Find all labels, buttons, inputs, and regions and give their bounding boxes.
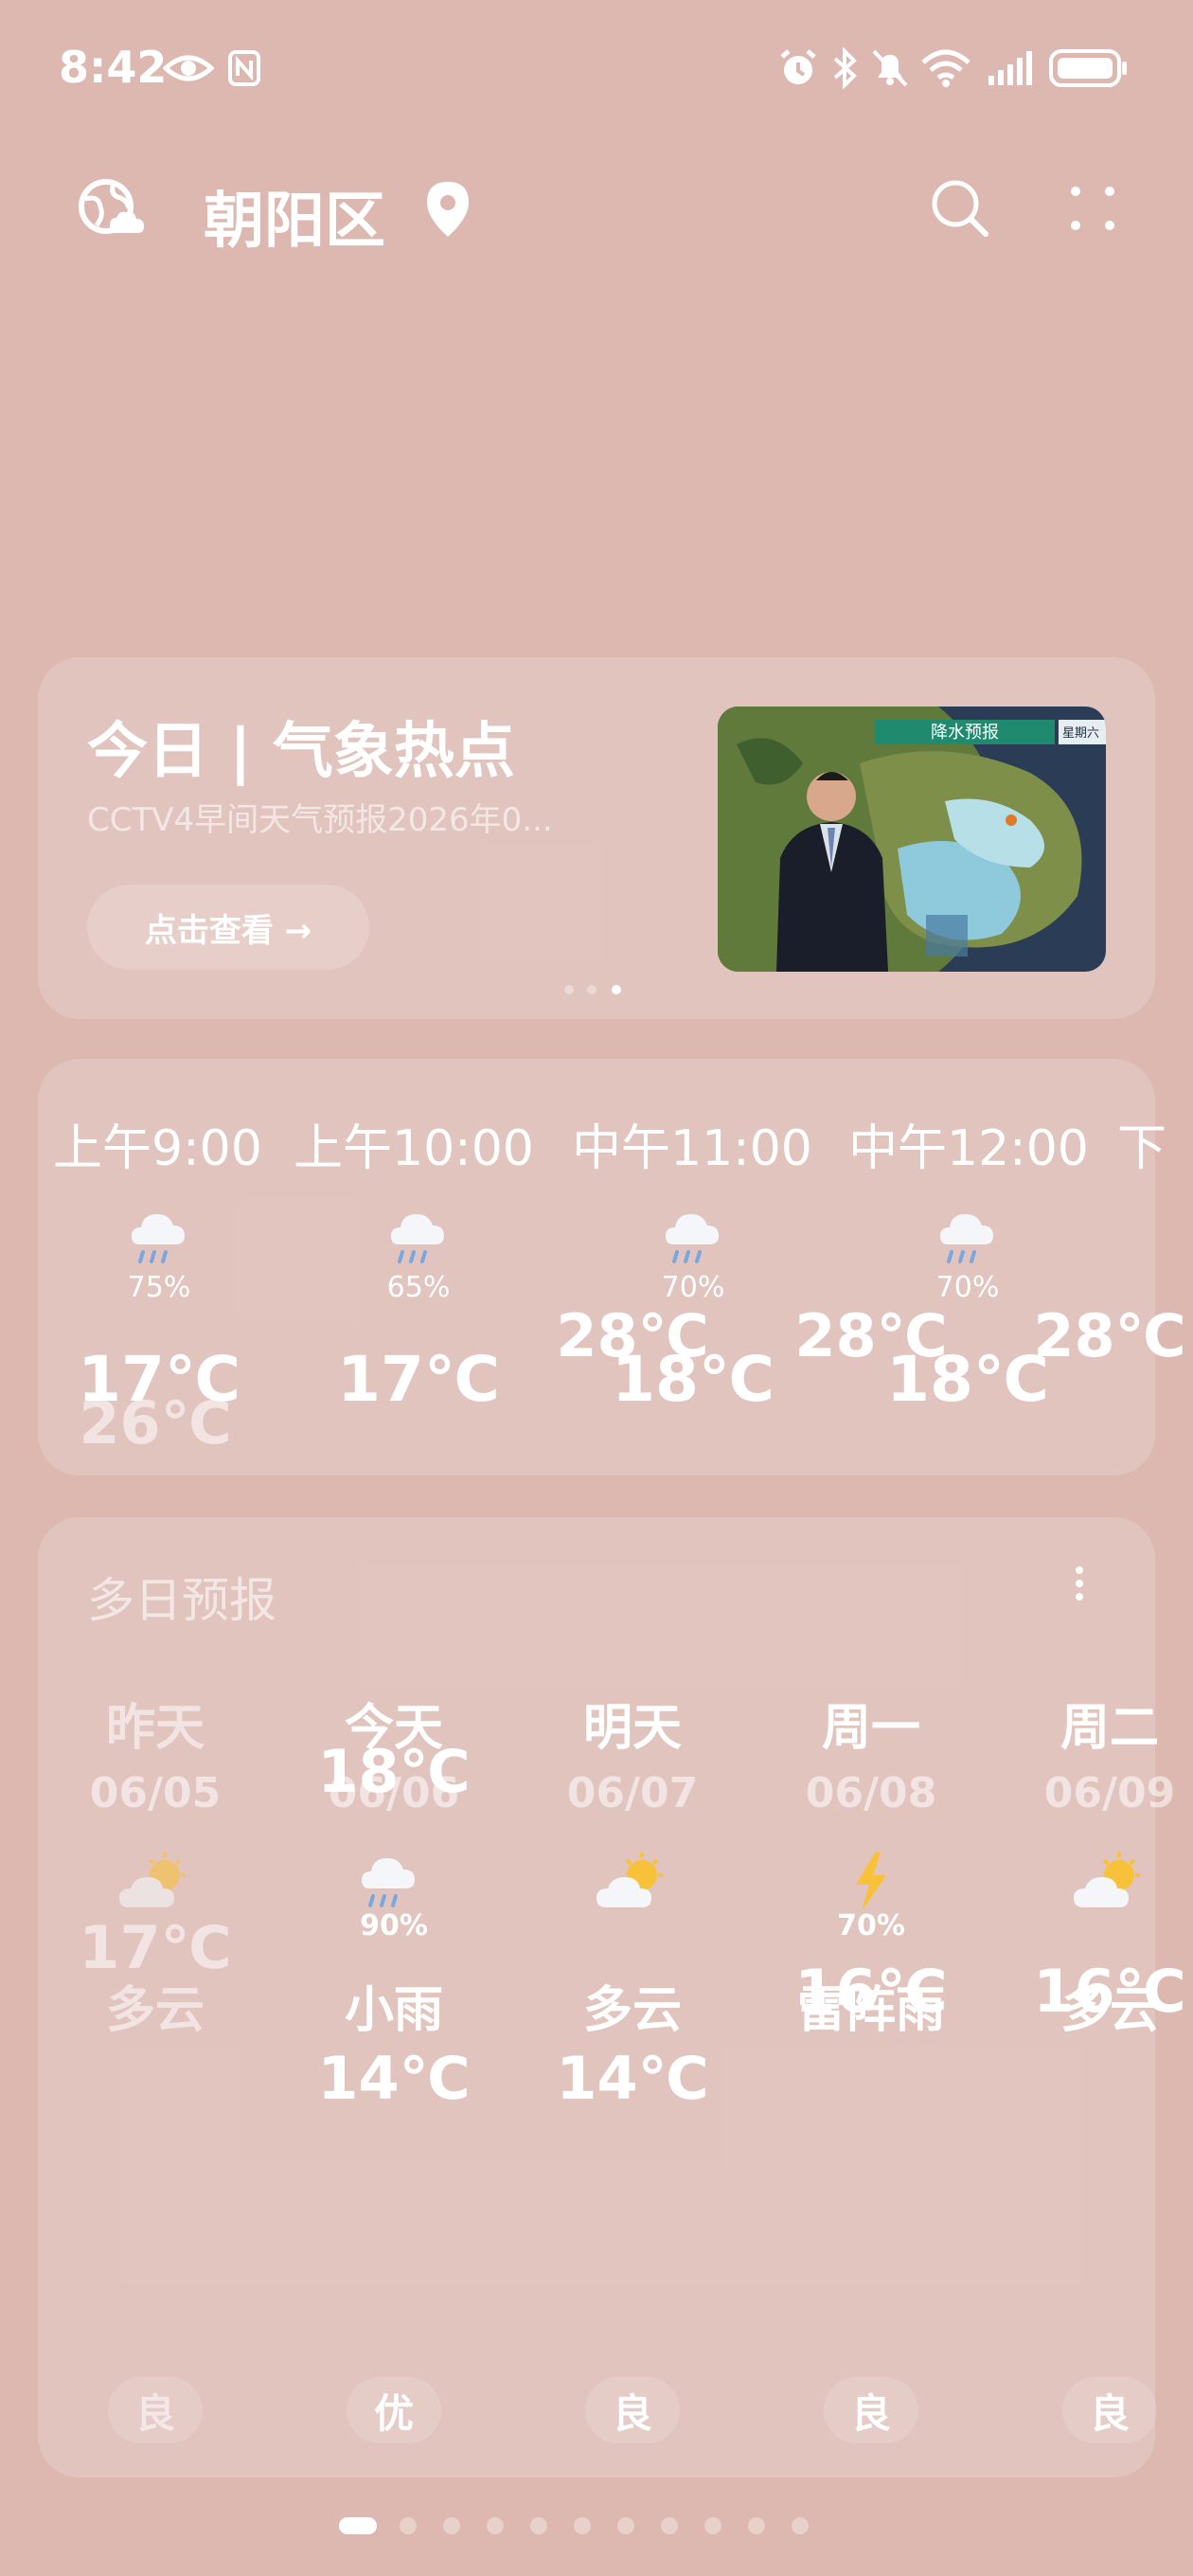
rain-cloud-icon xyxy=(935,1205,1001,1275)
page-dot[interactable] xyxy=(487,2517,504,2534)
signal-icon xyxy=(985,44,1038,93)
carousel-dot xyxy=(564,985,574,994)
rain-cloud-icon xyxy=(660,1205,726,1275)
day-name: 昨天 xyxy=(105,1700,205,1757)
day-low-temp: 17℃ xyxy=(79,1913,232,1982)
day-high-temp: 28℃ xyxy=(1033,1301,1186,1370)
day-high-temp: 18℃ xyxy=(317,1737,471,1806)
thumb-banner: 降水预报 xyxy=(931,723,999,742)
status-bar: 8:42 xyxy=(0,0,1193,142)
hour-time: 上午10:00 xyxy=(294,1120,534,1177)
lightning-icon xyxy=(843,1849,899,1919)
temperature-curve xyxy=(38,2065,1155,2462)
page-dot[interactable] xyxy=(748,2517,765,2534)
hour-precip: 70% xyxy=(935,1271,1000,1304)
day-date: 06/07 xyxy=(566,1769,699,1817)
day-low-temp: 16℃ xyxy=(794,1957,948,2026)
page-dot[interactable] xyxy=(574,2517,591,2534)
rain-cloud-icon xyxy=(356,1849,422,1919)
wifi-icon xyxy=(918,44,973,93)
day-precip: 70% xyxy=(837,1909,905,1942)
nfc-icon xyxy=(223,44,265,93)
hour-precip: 75% xyxy=(127,1271,191,1304)
carousel-dot xyxy=(587,985,596,994)
day-high-temp: 26℃ xyxy=(79,1388,232,1458)
rain-cloud-icon xyxy=(385,1205,452,1275)
alarm-icon xyxy=(775,44,822,93)
grid-dots-icon[interactable] xyxy=(1066,182,1119,235)
page-dot-active[interactable] xyxy=(339,2517,377,2534)
day-name: 周一 xyxy=(821,1700,920,1757)
partly-cloudy-icon xyxy=(1072,1849,1148,1919)
hour-precip: 70% xyxy=(661,1271,725,1304)
page-dot[interactable] xyxy=(443,2517,460,2534)
hot-topic-subtitle: CCTV4早间天气预报2026年0... xyxy=(87,801,553,839)
day-condition: 多云 xyxy=(582,1982,682,2039)
globe-cloud-icon[interactable] xyxy=(76,174,144,242)
carousel-dot-active xyxy=(612,985,621,994)
day-name: 明天 xyxy=(582,1700,682,1757)
day-date: 06/09 xyxy=(1043,1769,1176,1817)
page-dot[interactable] xyxy=(400,2517,417,2534)
multiday-more-icon[interactable] xyxy=(1070,1565,1089,1612)
partly-cloudy-icon xyxy=(117,1849,193,1919)
multiday-title: 多日预报 xyxy=(87,1573,276,1628)
day-precip: 90% xyxy=(360,1909,428,1942)
hour-time: 中午12:00 xyxy=(848,1120,1089,1177)
city-name[interactable]: 朝阳区 xyxy=(204,172,385,259)
bluetooth-icon xyxy=(828,44,862,93)
view-button[interactable]: 点击查看 → xyxy=(87,885,369,970)
rain-cloud-icon xyxy=(126,1205,192,1275)
location-pin-icon xyxy=(424,180,475,242)
page-dot[interactable] xyxy=(704,2517,721,2534)
page-dot[interactable] xyxy=(661,2517,678,2534)
thumb-corner: 星期六 xyxy=(1062,726,1099,741)
page-dot[interactable] xyxy=(530,2517,547,2534)
hour-time: 上午9:00 xyxy=(53,1120,262,1177)
hour-time: 中午11:00 xyxy=(572,1120,812,1177)
hour-temp: 17℃ xyxy=(337,1343,500,1416)
day-name: 周二 xyxy=(1059,1700,1159,1757)
search-icon[interactable] xyxy=(930,178,990,239)
day-date: 06/05 xyxy=(89,1769,222,1817)
battery-icon xyxy=(1047,44,1131,93)
day-date: 06/08 xyxy=(805,1769,937,1817)
day-high-temp: 28℃ xyxy=(556,1301,709,1370)
partly-cloudy-icon xyxy=(595,1849,670,1919)
hour-time: 下 xyxy=(1117,1120,1167,1177)
mute-icon xyxy=(869,44,911,93)
hour-precip: 65% xyxy=(386,1271,451,1304)
page-dot[interactable] xyxy=(617,2517,634,2534)
eye-icon xyxy=(161,44,216,93)
page-dot[interactable] xyxy=(792,2517,809,2534)
day-condition: 小雨 xyxy=(344,1982,443,2039)
video-thumbnail[interactable]: 降水预报 星期六 xyxy=(718,707,1106,972)
status-time: 8:42 xyxy=(59,42,168,93)
hot-topic-title: 今日 | 气象热点 xyxy=(87,717,515,787)
day-high-temp: 28℃ xyxy=(794,1301,948,1370)
day-low-temp: 16℃ xyxy=(1033,1957,1186,2026)
